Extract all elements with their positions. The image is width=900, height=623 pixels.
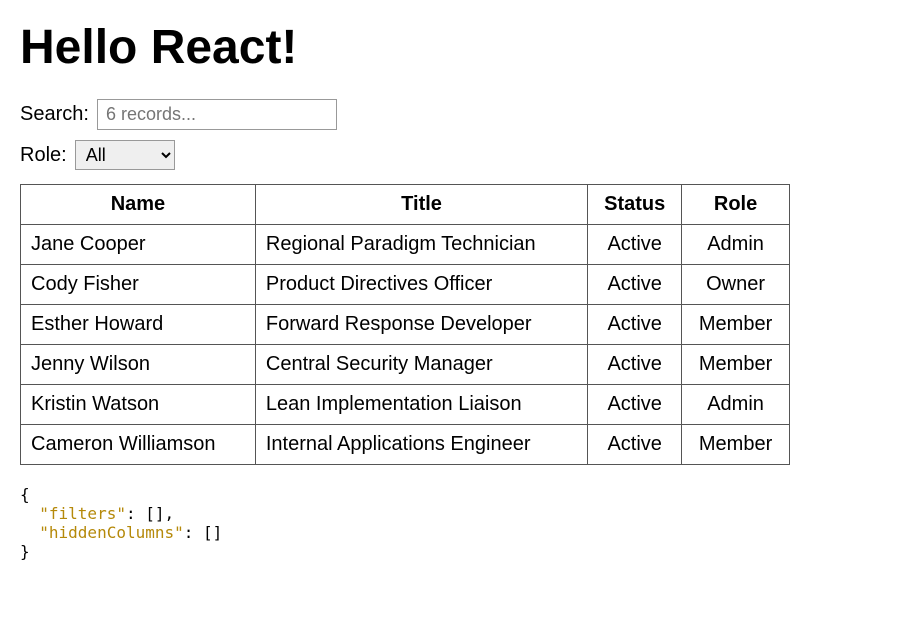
table-cell-status: Active [588, 425, 682, 465]
table-header-status: Status [588, 185, 682, 225]
table-row: Cody FisherProduct Directives OfficerAct… [21, 265, 790, 305]
table-cell-name: Esther Howard [21, 305, 256, 345]
table-cell-name: Jenny Wilson [21, 345, 256, 385]
table-row: Jane CooperRegional Paradigm TechnicianA… [21, 225, 790, 265]
json-display: { "filters": [], "hiddenColumns": [] } [20, 485, 880, 561]
table-cell-title: Product Directives Officer [255, 265, 587, 305]
table-cell-status: Active [588, 385, 682, 425]
table-cell-role: Admin [682, 225, 790, 265]
table-row: Cameron WilliamsonInternal Applications … [21, 425, 790, 465]
table-cell-role: Member [682, 425, 790, 465]
role-select[interactable]: AllAdminOwnerMember [75, 140, 175, 170]
table-cell-role: Member [682, 345, 790, 385]
table-cell-status: Active [588, 225, 682, 265]
users-table: NameTitleStatusRole Jane CooperRegional … [20, 184, 790, 465]
table-cell-name: Cameron Williamson [21, 425, 256, 465]
search-label: Search: [20, 103, 89, 126]
table-cell-status: Active [588, 265, 682, 305]
table-cell-name: Kristin Watson [21, 385, 256, 425]
table-cell-name: Jane Cooper [21, 225, 256, 265]
table-cell-status: Active [588, 345, 682, 385]
table-cell-status: Active [588, 305, 682, 345]
table-row: Kristin WatsonLean Implementation Liaiso… [21, 385, 790, 425]
search-input[interactable] [97, 99, 337, 130]
table-cell-title: Forward Response Developer [255, 305, 587, 345]
table-row: Jenny WilsonCentral Security ManagerActi… [21, 345, 790, 385]
table-row: Esther HowardForward Response DeveloperA… [21, 305, 790, 345]
table-cell-name: Cody Fisher [21, 265, 256, 305]
table-header-role: Role [682, 185, 790, 225]
table-cell-role: Admin [682, 385, 790, 425]
table-cell-title: Internal Applications Engineer [255, 425, 587, 465]
table-cell-role: Member [682, 305, 790, 345]
table-cell-title: Central Security Manager [255, 345, 587, 385]
role-label: Role: [20, 144, 67, 167]
table-cell-role: Owner [682, 265, 790, 305]
table-header-name: Name [21, 185, 256, 225]
table-cell-title: Regional Paradigm Technician [255, 225, 587, 265]
table-header-title: Title [255, 185, 587, 225]
page-title: Hello React! [20, 20, 880, 75]
table-cell-title: Lean Implementation Liaison [255, 385, 587, 425]
